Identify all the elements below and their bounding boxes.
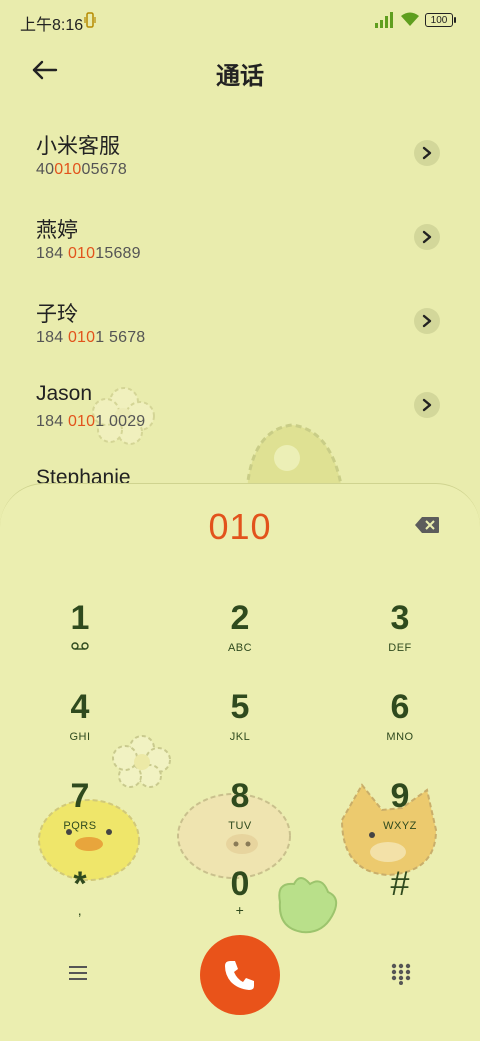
contact-item[interactable]: 小米客服 4001005678: [0, 116, 480, 200]
key-8[interactable]: 8 TUV: [180, 778, 300, 848]
key-7[interactable]: 7 PQRS: [20, 778, 140, 848]
status-bar: 上午8:16 100: [0, 0, 480, 40]
contact-name: 小米客服: [36, 135, 120, 158]
dialpad-icon[interactable]: [391, 963, 411, 985]
contact-name: Jason: [36, 382, 93, 405]
key-letters: WXYZ: [383, 820, 417, 832]
contact-detail-button[interactable]: [414, 392, 440, 418]
key-5[interactable]: 5 JKL: [180, 689, 300, 759]
key-2[interactable]: 2 ABC: [180, 600, 300, 670]
chevron-right-icon: [422, 230, 432, 244]
key-letters: TUV: [228, 820, 252, 832]
contact-name: 燕婷: [36, 219, 78, 242]
key-letters: JKL: [229, 731, 251, 743]
key-digit: 9: [390, 777, 410, 815]
battery-indicator: 100: [425, 13, 456, 27]
contact-detail-button[interactable]: [414, 308, 440, 334]
contact-item[interactable]: Jason 184 0101 0029: [0, 368, 480, 452]
chevron-right-icon: [422, 146, 432, 160]
key-6[interactable]: 6 MNO: [340, 689, 460, 759]
menu-icon[interactable]: [66, 963, 90, 983]
contact-name: 子玲: [36, 303, 78, 326]
key-hash[interactable]: #: [340, 866, 460, 936]
dialed-number: 010: [208, 506, 272, 547]
key-digit: 8: [230, 777, 250, 815]
page-title: 通话: [216, 63, 264, 90]
key-digit: 6: [390, 688, 410, 726]
key-1[interactable]: 1: [20, 600, 140, 670]
key-letters: GHI: [69, 731, 91, 743]
signal-icon: [375, 12, 393, 28]
contact-number: 184 0101 5678: [36, 329, 146, 346]
contact-item[interactable]: 子玲 184 0101 5678: [0, 284, 480, 368]
vibrate-icon: [84, 12, 96, 28]
key-0[interactable]: 0 +: [180, 866, 300, 936]
key-4[interactable]: 4 GHI: [20, 689, 140, 759]
key-letters: ABC: [227, 642, 253, 654]
contact-number: 4001005678: [36, 161, 127, 178]
backspace-icon[interactable]: [414, 516, 440, 534]
status-time: 上午8:16: [20, 17, 84, 34]
key-digit: 0: [230, 865, 250, 903]
key-digit: 5: [230, 688, 250, 726]
key-star[interactable]: * ,: [20, 866, 140, 936]
call-button[interactable]: [200, 935, 280, 1015]
key-digit: #: [390, 865, 410, 903]
key-letters: MNO: [386, 731, 414, 743]
phone-icon: [225, 961, 254, 990]
key-9[interactable]: 9 WXYZ: [340, 778, 460, 848]
key-letters: DEF: [388, 642, 412, 654]
key-digit: 4: [70, 688, 90, 726]
key-digit: 1: [70, 599, 90, 637]
chevron-right-icon: [422, 398, 432, 412]
key-digit: 7: [70, 777, 90, 815]
contact-number: 184 01015689: [36, 245, 141, 262]
voicemail-icon: [71, 642, 89, 650]
key-digit: 2: [230, 599, 250, 637]
contact-detail-button[interactable]: [414, 140, 440, 166]
key-3[interactable]: 3 DEF: [340, 600, 460, 670]
contact-number: 184 0101 0029: [36, 413, 146, 430]
key-digit: *: [73, 865, 87, 903]
contact-item[interactable]: 燕婷 184 01015689: [0, 200, 480, 284]
key-letters: PQRS: [63, 820, 97, 832]
contact-detail-button[interactable]: [414, 224, 440, 250]
wifi-icon: [401, 12, 419, 26]
key-letters: +: [235, 902, 245, 918]
contact-list: 小米客服 4001005678 燕婷 184 01015689 子玲 184 0…: [0, 116, 480, 536]
chevron-right-icon: [422, 314, 432, 328]
key-letters: ,: [77, 902, 83, 918]
key-digit: 3: [390, 599, 410, 637]
